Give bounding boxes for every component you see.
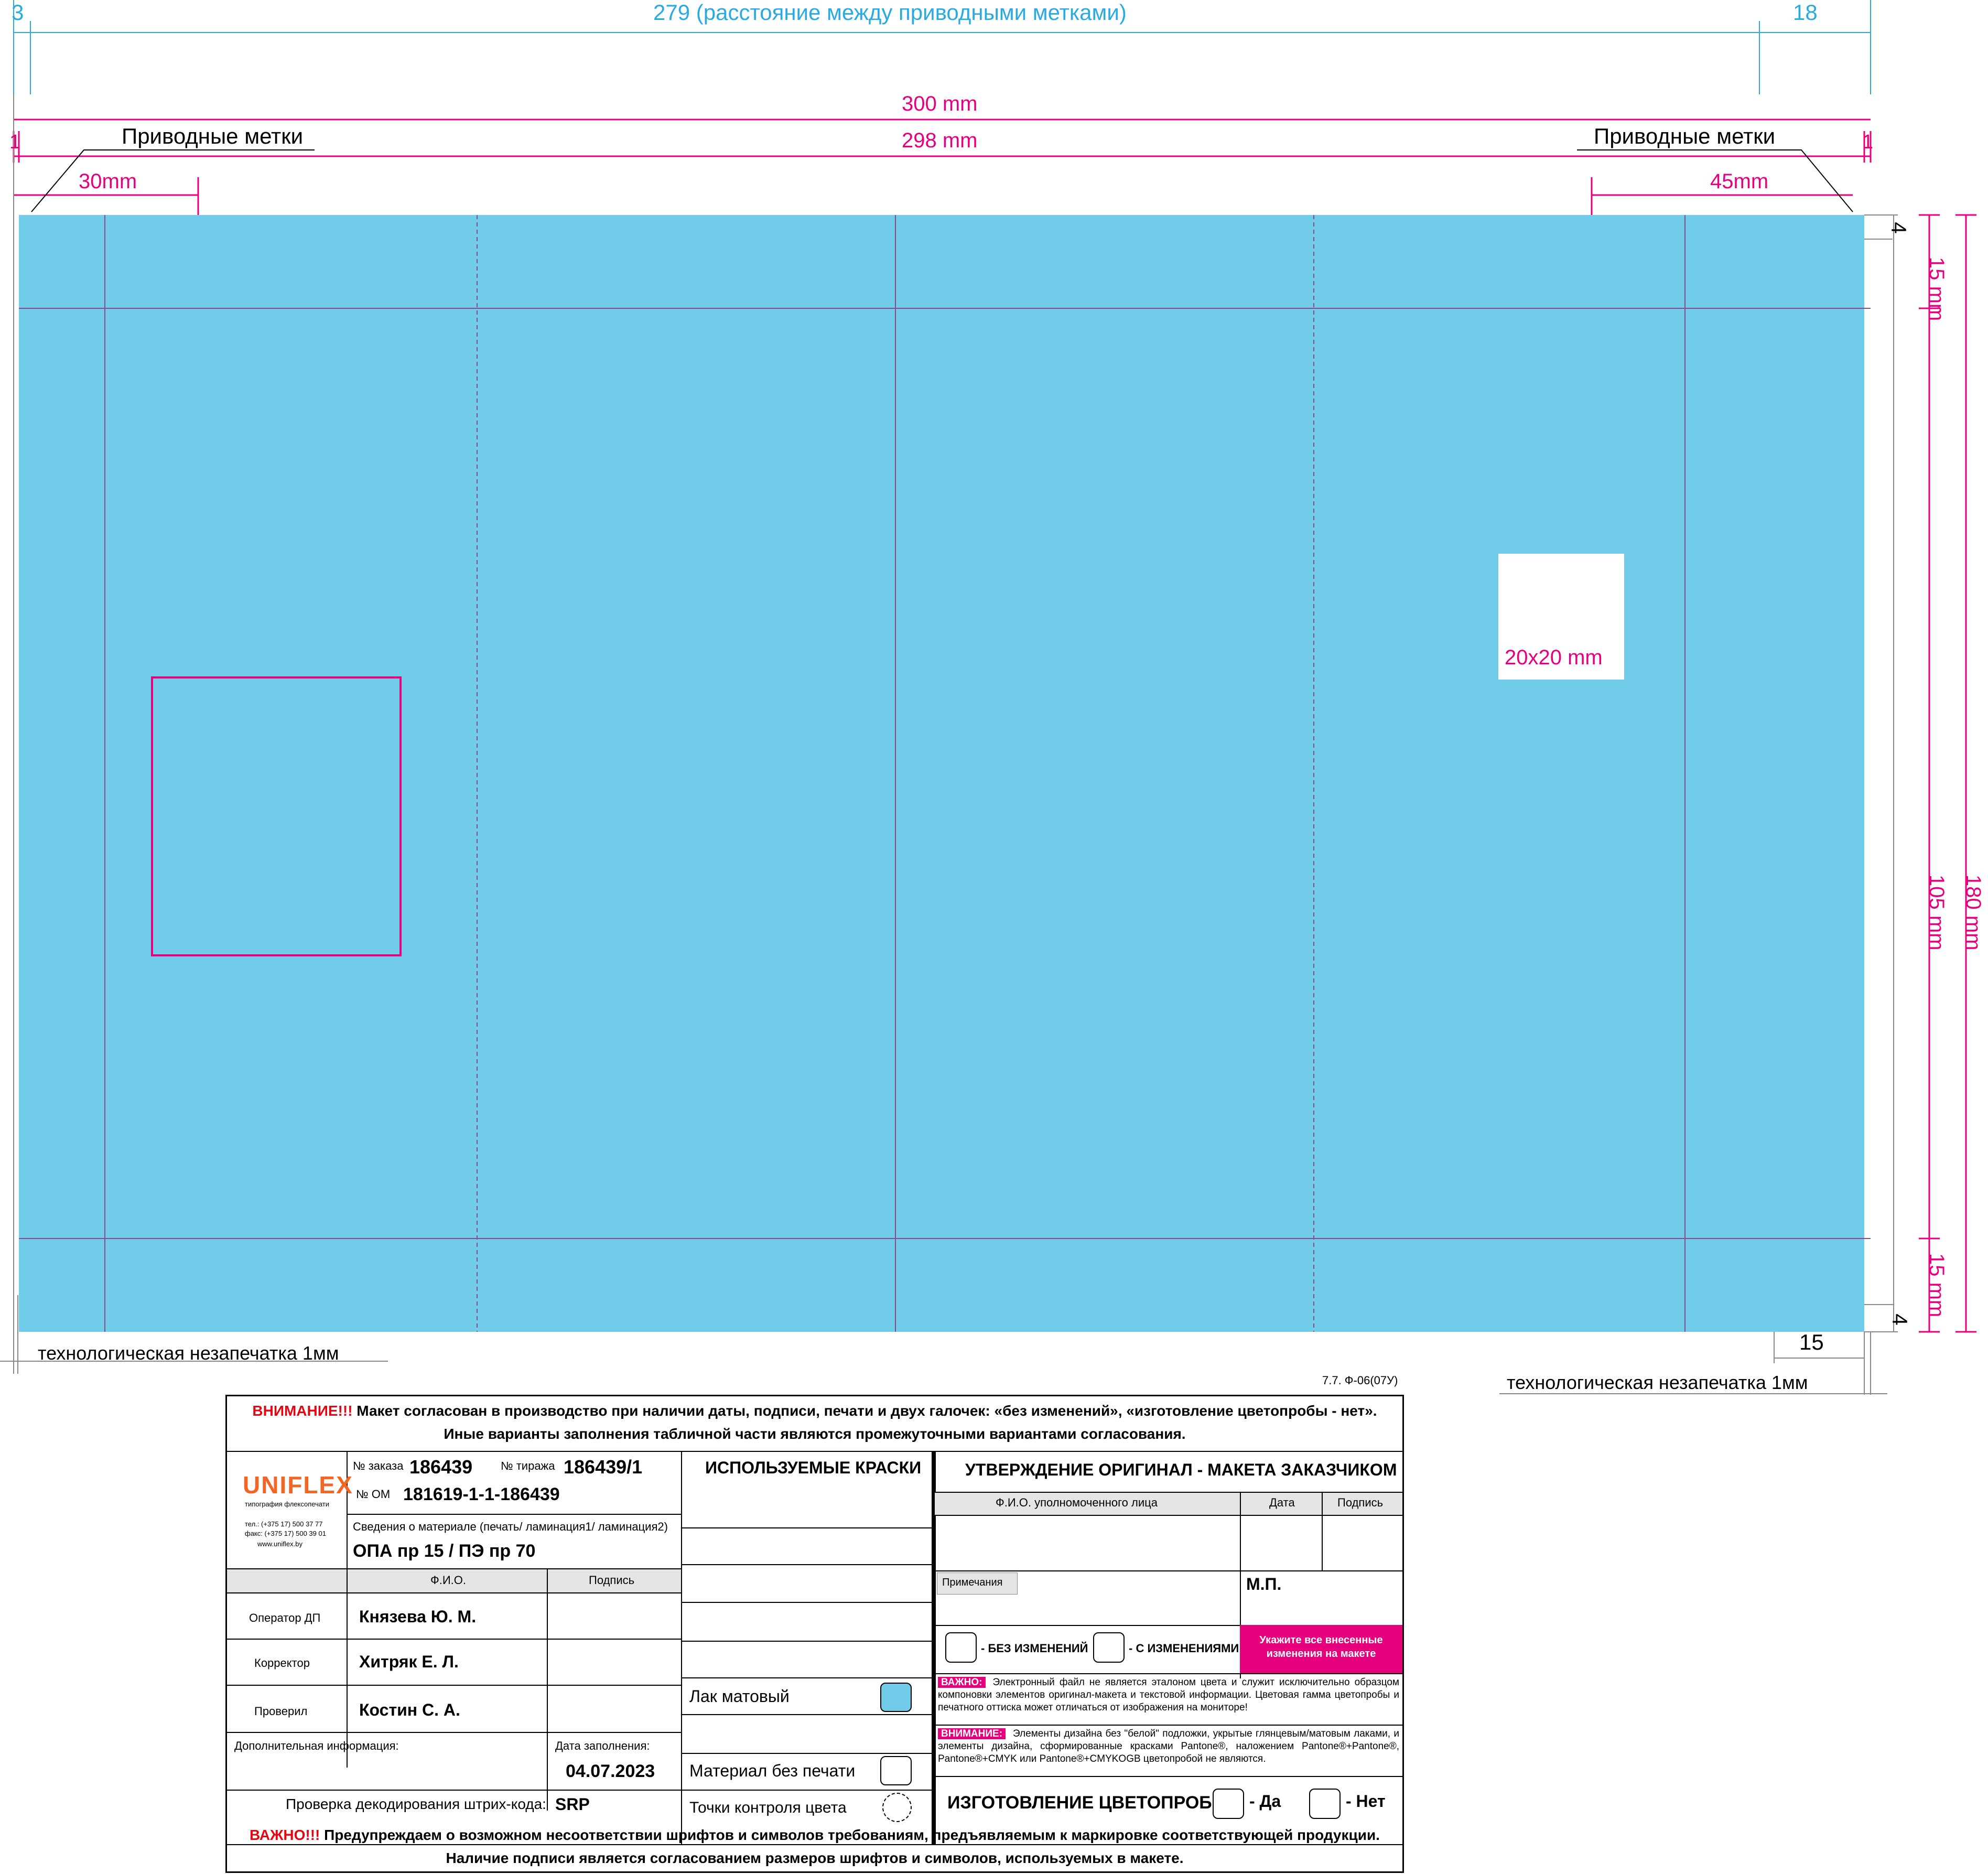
date-value: 04.07.2023	[566, 1761, 655, 1781]
proof-yes-checkbox[interactable]	[1213, 1789, 1244, 1819]
no-changes-label: - БЕЗ ИЗМЕНЕНИЙ	[981, 1642, 1088, 1655]
indicate-changes-text: Укажите все внесенные изменения на макет…	[1259, 1634, 1383, 1660]
attention-text2: Иные варианты заполнения табличной части…	[444, 1426, 1186, 1442]
proof-label: ИЗГОТОВЛЕНИЕ ЦВЕТОПРОБЫ:	[947, 1793, 1236, 1813]
attention-text: Макет согласован в производство при нали…	[352, 1403, 1377, 1419]
proof-yes-label: - Да	[1249, 1792, 1281, 1811]
role-corrector: Корректор	[254, 1656, 310, 1670]
extra-info-label: Дополнительная информация:	[234, 1739, 399, 1752]
order-label: № заказа	[353, 1459, 404, 1472]
site-text: www.uniflex.by	[257, 1540, 302, 1548]
color-points-label: Точки контроля цвета	[689, 1799, 847, 1816]
bottom-text: Предупреждаем о возможном несоответствии…	[320, 1827, 1380, 1843]
attention-header: ВНИМАНИЕ!!! Макет согласован в производс…	[227, 1396, 1402, 1451]
name-corrector: Хитряк Е. Л.	[359, 1652, 459, 1671]
role-operator: Оператор ДП	[249, 1611, 321, 1624]
material-value: ОПА пр 15 / ПЭ пр 70	[353, 1541, 536, 1561]
important-tag: ВАЖНО:	[938, 1677, 986, 1688]
uniflex-logo: UNIFLEX	[243, 1471, 353, 1499]
with-changes-label: - С ИЗМЕНЕНИЯМИ	[1129, 1642, 1239, 1655]
sign-header: Подпись	[589, 1574, 635, 1587]
lak-color-swatch	[880, 1683, 912, 1712]
notes-label: Примечания	[942, 1577, 1003, 1588]
bottom-text2: Наличие подписи является согласованием р…	[446, 1850, 1184, 1866]
indicate-changes-box: Укажите все внесенные изменения на макет…	[1240, 1625, 1402, 1673]
order-value: 186439	[409, 1456, 473, 1478]
no-print-material-checkbox[interactable]	[880, 1756, 912, 1785]
barcode-value: SRP	[555, 1795, 590, 1814]
om-value: 181619-1-1-186439	[403, 1484, 560, 1504]
proof-no-label: - Нет	[1346, 1792, 1386, 1811]
with-changes-checkbox[interactable]	[1093, 1632, 1125, 1663]
no-print-material-label: Материал без печати	[689, 1761, 856, 1780]
attention-small-text: Элементы дизайна без "белой" подложки, у…	[938, 1728, 1399, 1764]
artwork-guides	[19, 215, 1871, 1332]
sign-header-approval: Подпись	[1337, 1496, 1384, 1509]
no-changes-checkbox[interactable]	[945, 1632, 977, 1663]
date-header: Дата	[1269, 1496, 1295, 1509]
fio-header: Ф.И.О.	[430, 1574, 466, 1587]
attention-note: ВНИМАНИЕ: Элементы дизайна без "белой" по…	[938, 1728, 1399, 1775]
fax-text: факс: (+375 17) 500 39 01	[245, 1530, 326, 1537]
bottom-word: ВАЖНО!!!	[250, 1827, 320, 1843]
important-text: Электронный файл не является эталоном цв…	[938, 1677, 1399, 1713]
attention-tag: ВНИМАНИЕ:	[938, 1728, 1006, 1739]
date-label: Дата заполнения:	[555, 1739, 650, 1752]
auth-fio-header: Ф.И.О. уполномоченного лица	[996, 1496, 1158, 1509]
phone-text: тел.: (+375 17) 500 37 77	[245, 1520, 323, 1528]
om-label: № ОМ	[356, 1488, 391, 1501]
run-value: 186439/1	[564, 1456, 643, 1478]
name-operator: Князева Ю. М.	[359, 1607, 477, 1626]
logo-sub: типография флексопечати	[245, 1500, 330, 1508]
name-checker: Костин С. А.	[359, 1700, 460, 1719]
approval-form: ВНИМАНИЕ!!! Макет согласован в производс…	[225, 1395, 1404, 1873]
bottom-important-text: ВАЖНО!!! Предупреждаем о возможном несоо…	[225, 1824, 1404, 1870]
proof-no-checkbox[interactable]	[1309, 1789, 1341, 1819]
important-note: ВАЖНО: Электронный файл не является этало…	[938, 1676, 1399, 1724]
mp-label: М.П.	[1246, 1575, 1282, 1593]
approval-title: УТВЕРЖДЕНИЕ ОРИГИНАЛ - МАКЕТА ЗАКАЗЧИКОМ	[965, 1460, 1397, 1479]
barcode-label: Проверка декодирования штрих-кода:	[286, 1796, 546, 1812]
color-points-circle	[882, 1793, 912, 1822]
attention-word: ВНИМАНИЕ!!!	[252, 1403, 353, 1419]
inks-header: ИСПОЛЬЗУЕМЫЕ КРАСКИ	[705, 1458, 922, 1477]
role-checker: Проверил	[254, 1705, 308, 1718]
lak-label: Лак матовый	[689, 1687, 790, 1706]
material-label: Сведения о материале (печать/ ламинация1…	[353, 1520, 668, 1533]
run-label: № тиража	[501, 1459, 555, 1472]
square-label: 20x20 mm	[1505, 646, 1603, 669]
